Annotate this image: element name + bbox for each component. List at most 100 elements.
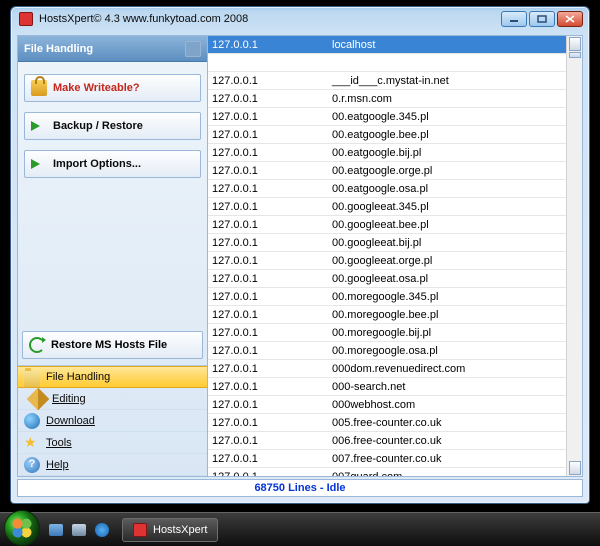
nav-editing[interactable]: Editing	[18, 388, 207, 410]
host-cell: 007guard.com	[328, 471, 582, 477]
arrow-right-icon	[31, 118, 47, 134]
taskbar-app-label: HostsXpert	[153, 524, 207, 536]
table-row[interactable]: 127.0.0.1007.free-counter.co.uk	[208, 450, 582, 468]
ip-cell: 127.0.0.1	[208, 309, 328, 321]
nav-help[interactable]: ? Help	[18, 454, 207, 476]
start-button[interactable]	[4, 510, 40, 546]
host-cell: 00.moregoogle.osa.pl	[328, 345, 582, 357]
client-area: File Handling Make Writeable? Backup / R…	[17, 35, 583, 477]
host-cell: 00.eatgoogle.345.pl	[328, 111, 582, 123]
table-row[interactable]	[208, 54, 582, 72]
maximize-button[interactable]	[529, 11, 555, 27]
host-cell: 00.eatgoogle.bij.pl	[328, 147, 582, 159]
globe-icon	[24, 413, 40, 429]
table-row[interactable]: 127.0.0.1005.free-counter.co.uk	[208, 414, 582, 432]
ip-cell: 127.0.0.1	[208, 363, 328, 375]
window-title: HostsXpert© 4.3 www.funkytoad.com 2008	[39, 13, 501, 25]
host-cell: 005.free-counter.co.uk	[328, 417, 582, 429]
table-row[interactable]: 127.0.0.10.r.msn.com	[208, 90, 582, 108]
minimize-button[interactable]	[501, 11, 527, 27]
nav-file-handling[interactable]: File Handling	[18, 366, 207, 388]
ip-cell: 127.0.0.1	[208, 183, 328, 195]
lock-icon	[31, 80, 47, 96]
host-cell: 00.googleeat.345.pl	[328, 201, 582, 213]
scroll-down-button[interactable]	[569, 461, 581, 475]
ip-cell: 127.0.0.1	[208, 435, 328, 447]
ip-cell: 127.0.0.1	[208, 399, 328, 411]
close-button[interactable]	[557, 11, 583, 27]
ql-show-desktop[interactable]	[46, 520, 66, 540]
restore-hosts-label: Restore MS Hosts File	[51, 339, 167, 351]
ip-cell: 127.0.0.1	[208, 327, 328, 339]
host-cell: 0.r.msn.com	[328, 93, 582, 105]
ip-cell: 127.0.0.1	[208, 381, 328, 393]
host-cell: 00.googleeat.bee.pl	[328, 219, 582, 231]
table-row[interactable]: 127.0.0.100.eatgoogle.345.pl	[208, 108, 582, 126]
panel-actions: Make Writeable? Backup / Restore Import …	[18, 62, 207, 190]
titlebar[interactable]: HostsXpert© 4.3 www.funkytoad.com 2008	[11, 7, 589, 31]
scroll-thumb[interactable]	[569, 52, 581, 58]
scroll-up-button[interactable]	[569, 37, 581, 51]
table-row[interactable]: 127.0.0.100.googleeat.orge.pl	[208, 252, 582, 270]
host-cell: 00.moregoogle.bij.pl	[328, 327, 582, 339]
side-panel: File Handling Make Writeable? Backup / R…	[18, 36, 208, 476]
host-cell: localhost	[328, 39, 582, 51]
ip-cell: 127.0.0.1	[208, 93, 328, 105]
status-text: 68750 Lines - Idle	[254, 482, 345, 494]
table-row[interactable]: 127.0.0.1000dom.revenuedirect.com	[208, 360, 582, 378]
table-row[interactable]: 127.0.0.100.googleeat.bij.pl	[208, 234, 582, 252]
taskbar[interactable]: HostsXpert	[0, 512, 600, 546]
ql-switch-windows[interactable]	[69, 520, 89, 540]
table-row[interactable]: 127.0.0.100.googleeat.345.pl	[208, 198, 582, 216]
table-row[interactable]: 127.0.0.100.eatgoogle.orge.pl	[208, 162, 582, 180]
host-cell: 00.googleeat.bij.pl	[328, 237, 582, 249]
table-row[interactable]: 127.0.0.1006.free-counter.co.uk	[208, 432, 582, 450]
host-cell: 006.free-counter.co.uk	[328, 435, 582, 447]
nav-download[interactable]: Download	[18, 410, 207, 432]
status-bar: 68750 Lines - Idle	[17, 479, 583, 497]
star-icon: ★	[24, 435, 40, 451]
table-row[interactable]: 127.0.0.100.moregoogle.345.pl	[208, 288, 582, 306]
table-row[interactable]: 127.0.0.1___id___c.mystat-in.net	[208, 72, 582, 90]
restore-hosts-button[interactable]: Restore MS Hosts File	[22, 331, 203, 359]
host-cell: 00.moregoogle.bee.pl	[328, 309, 582, 321]
nav-list: File Handling Editing Download ★ Tools ?…	[18, 365, 207, 476]
ip-cell: 127.0.0.1	[208, 417, 328, 429]
hosts-list: 127.0.0.1localhost127.0.0.1___id___c.mys…	[208, 36, 582, 476]
panel-heading: File Handling	[18, 36, 207, 62]
table-row[interactable]: 127.0.0.100.googleeat.bee.pl	[208, 216, 582, 234]
folder-icon	[24, 371, 40, 387]
ip-cell: 127.0.0.1	[208, 39, 328, 51]
table-row[interactable]: 127.0.0.100.moregoogle.osa.pl	[208, 342, 582, 360]
app-window: HostsXpert© 4.3 www.funkytoad.com 2008 F…	[10, 6, 590, 504]
hosts-rows[interactable]: 127.0.0.1localhost127.0.0.1___id___c.mys…	[208, 36, 582, 476]
host-cell: 00.eatgoogle.orge.pl	[328, 165, 582, 177]
host-cell: 000webhost.com	[328, 399, 582, 411]
ql-ie[interactable]	[92, 520, 112, 540]
ip-cell: 127.0.0.1	[208, 453, 328, 465]
table-row[interactable]: 127.0.0.100.googleeat.osa.pl	[208, 270, 582, 288]
taskbar-app-button[interactable]: HostsXpert	[122, 518, 218, 542]
make-writeable-button[interactable]: Make Writeable?	[24, 74, 201, 102]
table-row[interactable]: 127.0.0.1000-search.net	[208, 378, 582, 396]
table-row[interactable]: 127.0.0.100.moregoogle.bee.pl	[208, 306, 582, 324]
table-row[interactable]: 127.0.0.1000webhost.com	[208, 396, 582, 414]
pencil-icon	[27, 387, 50, 410]
table-row[interactable]: 127.0.0.100.eatgoogle.osa.pl	[208, 180, 582, 198]
import-options-button[interactable]: Import Options...	[24, 150, 201, 178]
table-row[interactable]: 127.0.0.1localhost	[208, 36, 582, 54]
ip-cell: 127.0.0.1	[208, 291, 328, 303]
ip-cell: 127.0.0.1	[208, 237, 328, 249]
table-row[interactable]: 127.0.0.100.eatgoogle.bij.pl	[208, 144, 582, 162]
panel-collapse-icon[interactable]	[185, 41, 201, 57]
table-row[interactable]: 127.0.0.100.eatgoogle.bee.pl	[208, 126, 582, 144]
backup-restore-button[interactable]: Backup / Restore	[24, 112, 201, 140]
nav-tools[interactable]: ★ Tools	[18, 432, 207, 454]
table-row[interactable]: 127.0.0.100.moregoogle.bij.pl	[208, 324, 582, 342]
table-row[interactable]: 127.0.0.1007guard.com	[208, 468, 582, 476]
import-options-label: Import Options...	[53, 158, 141, 170]
host-cell: 00.googleeat.orge.pl	[328, 255, 582, 267]
arrow-right-icon	[31, 156, 47, 172]
nav-file-label: File Handling	[46, 371, 110, 383]
vertical-scrollbar[interactable]	[566, 36, 582, 476]
